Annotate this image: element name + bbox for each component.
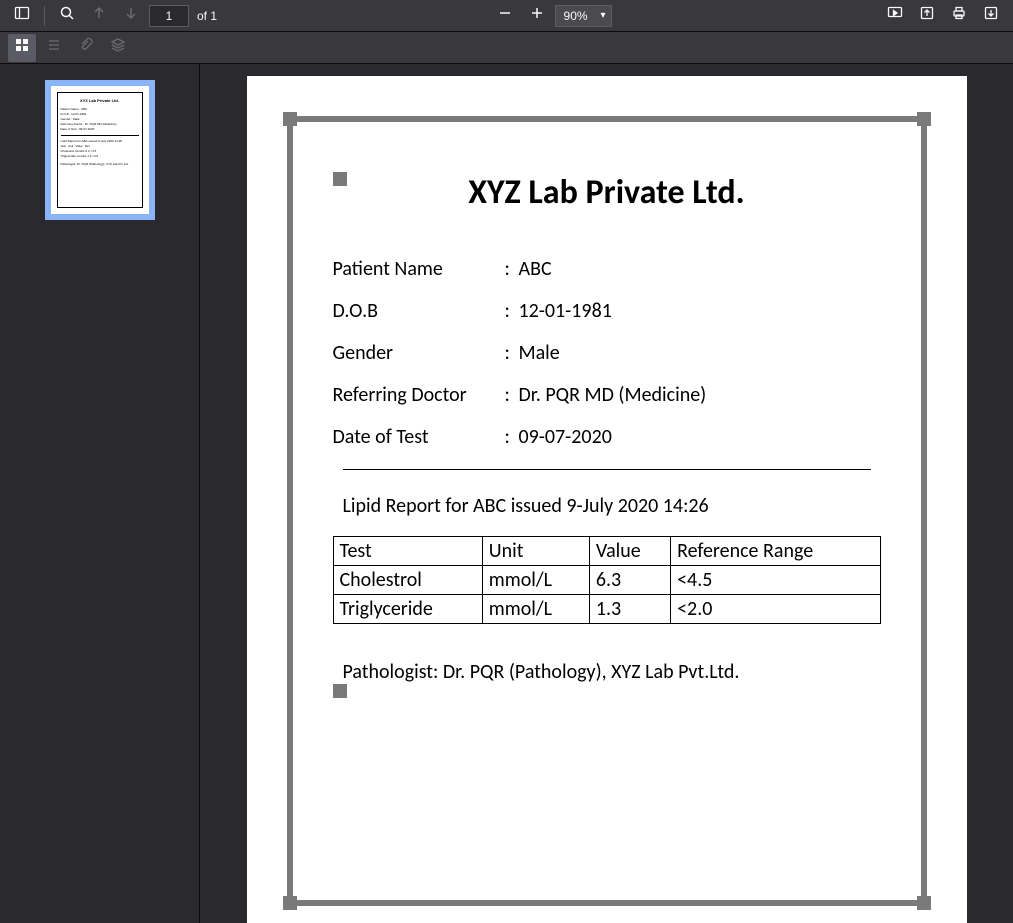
outline-icon — [46, 37, 62, 58]
print-button[interactable] — [945, 2, 973, 30]
thumbnails-view-button[interactable] — [8, 34, 36, 62]
prev-page-button[interactable] — [85, 2, 113, 30]
separator — [44, 6, 45, 26]
sidebar-toolbar — [0, 32, 1013, 64]
open-file-button[interactable] — [913, 2, 941, 30]
thumbnail-sidebar: XYZ Lab Private Ltd. Patient Name : ABC … — [0, 64, 200, 923]
lab-results-table: Test Unit Value Reference Range Cholestr… — [333, 536, 881, 624]
thumbnails-icon — [14, 37, 30, 58]
page-thumbnail-1[interactable]: XYZ Lab Private Ltd. Patient Name : ABC … — [45, 80, 155, 220]
zoom-out-button[interactable] — [491, 2, 519, 30]
presentation-button[interactable] — [881, 2, 909, 30]
plus-icon — [529, 5, 545, 26]
zoom-in-button[interactable] — [523, 2, 551, 30]
print-icon — [951, 5, 967, 26]
sidebar-toggle-button[interactable] — [8, 2, 36, 30]
download-icon — [983, 5, 999, 26]
open-icon — [919, 5, 935, 26]
table-header-row: Test Unit Value Reference Range — [333, 537, 880, 566]
search-icon — [59, 5, 75, 26]
page-total-label: of 1 — [197, 9, 217, 23]
table-row: Cholestrol mmol/L 6.3 <4.5 — [333, 566, 880, 595]
find-button[interactable] — [53, 2, 81, 30]
pdf-page-1: XYZ Lab Private Ltd. Patient Name:ABC D.… — [247, 76, 967, 923]
download-button[interactable] — [977, 2, 1005, 30]
layers-view-button[interactable] — [104, 34, 132, 62]
divider — [343, 469, 871, 470]
pdf-viewer[interactable]: XYZ Lab Private Ltd. Patient Name:ABC D.… — [200, 64, 1013, 923]
pdf-toolbar: of 1 90% — [0, 0, 1013, 32]
layers-icon — [110, 37, 126, 58]
info-row-dob: D.O.B:12-01-1981 — [333, 299, 881, 323]
report-title: Lipid Report for ABC issued 9-July 2020 … — [333, 494, 881, 518]
sidebar-icon — [14, 5, 30, 26]
arrow-down-icon — [123, 5, 139, 26]
minus-icon — [497, 5, 513, 26]
next-page-button[interactable] — [117, 2, 145, 30]
zoom-select[interactable]: 90% — [555, 5, 612, 27]
info-row-referring-doctor: Referring Doctor:Dr. PQR MD (Medicine) — [333, 383, 881, 407]
pathologist-line: Pathologist: Dr. PQR (Pathology), XYZ La… — [333, 660, 881, 684]
attachments-view-button[interactable] — [72, 34, 100, 62]
info-row-date-of-test: Date of Test:09-07-2020 — [333, 425, 881, 449]
thumb-title: XYZ Lab Private Ltd. — [61, 98, 139, 103]
info-row-patient-name: Patient Name:ABC — [333, 257, 881, 281]
presentation-icon — [887, 5, 903, 26]
arrow-up-icon — [91, 5, 107, 26]
table-row: Triglyceride mmol/L 1.3 <2.0 — [333, 595, 880, 624]
info-row-gender: Gender:Male — [333, 341, 881, 365]
main-area: XYZ Lab Private Ltd. Patient Name : ABC … — [0, 64, 1013, 923]
outline-view-button[interactable] — [40, 34, 68, 62]
page-number-input[interactable] — [149, 5, 189, 27]
paperclip-icon — [78, 37, 94, 58]
document-title: XYZ Lab Private Ltd. — [333, 172, 881, 213]
